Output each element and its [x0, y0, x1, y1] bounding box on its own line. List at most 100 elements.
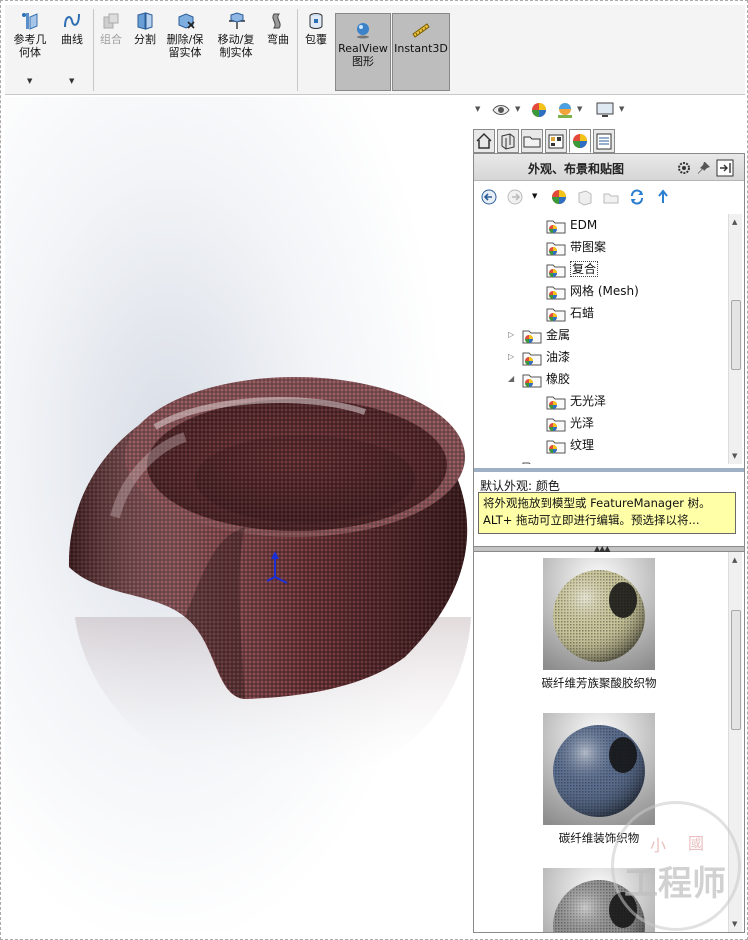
split-icon: [137, 12, 153, 30]
chevron-down-icon[interactable]: ▼: [515, 105, 520, 113]
delete-body-icon: [178, 13, 195, 29]
tree-scrollbar-thumb[interactable]: [731, 300, 741, 370]
appearance-folder-icon: [522, 330, 542, 343]
tree-item[interactable]: 网格 (Mesh): [546, 280, 639, 302]
tree-collapsed-arrow[interactable]: ▷: [508, 324, 514, 346]
tree-item[interactable]: 无光泽: [546, 390, 606, 412]
tree-item-label: 橡胶: [546, 372, 571, 386]
scroll-down-arrow[interactable]: ▼: [732, 920, 737, 928]
wrap-icon: [309, 13, 323, 29]
realview-icon: [357, 23, 369, 39]
combine-icon: [103, 13, 119, 29]
delete-keep-body-label: 删除/保留实体: [166, 33, 204, 59]
chevron-down-icon[interactable]: ▼: [27, 77, 32, 85]
tab-appearances[interactable]: [569, 129, 591, 153]
delete-keep-body-button[interactable]: 删除/保留实体: [163, 11, 209, 59]
appearance-folder-icon: [546, 286, 566, 299]
tab-design-library[interactable]: [497, 129, 519, 153]
refresh-icon[interactable]: [628, 188, 646, 206]
appearance-folder-icon: [546, 440, 566, 453]
tree-item[interactable]: 橡胶: [522, 368, 570, 390]
curves-button[interactable]: 曲线: [55, 11, 89, 46]
tab-file-explorer[interactable]: [521, 129, 543, 153]
tab-custom-properties[interactable]: [593, 129, 615, 153]
ref-geometry-icon: [22, 13, 38, 30]
scroll-up-arrow[interactable]: ▲: [732, 218, 737, 226]
pin-icon[interactable]: [696, 160, 712, 176]
collapse-pane-icon[interactable]: [716, 159, 734, 177]
hide-show-eye-icon[interactable]: [491, 100, 511, 120]
watermark-text: 工程师: [624, 864, 726, 904]
chevron-down-icon[interactable]: ▼: [69, 77, 74, 85]
tree-item[interactable]: 金属: [522, 324, 570, 346]
flex-label: 弯曲: [267, 33, 289, 46]
appearance-folder-icon: [522, 352, 542, 365]
appearance-folder-icon: [546, 264, 566, 277]
graphics-area[interactable]: [5, 97, 471, 933]
tree-item[interactable]: 光泽: [546, 412, 594, 434]
tree-item[interactable]: 石蜡: [546, 302, 594, 324]
tree-item-label: 油漆: [546, 350, 571, 364]
apply-scene-icon[interactable]: [555, 100, 575, 120]
appearance-folder-icon: [546, 220, 566, 233]
instant3d-icon: [412, 23, 430, 38]
tooltip-text: 将外观拖放到模型或 FeatureManager 树。ALT+ 拖动可立即进行编…: [483, 496, 711, 527]
tree-item-label: 无光泽: [570, 394, 607, 408]
add-to-library-icon[interactable]: [576, 188, 594, 206]
tab-home[interactable]: [473, 129, 495, 153]
command-manager-ribbon: 参考几何体 ▼ 曲线 ▼ 组合 分割 删除/保留实体 移动/复制实体 弯曲 包覆…: [5, 5, 745, 95]
move-copy-body-button[interactable]: 移动/复制实体: [213, 11, 261, 59]
appearance-ball-icon[interactable]: [550, 188, 568, 206]
tree-scrollbar[interactable]: ▲ ▼: [728, 214, 742, 464]
tree-item[interactable]: 纹理: [546, 434, 594, 456]
chevron-down-icon[interactable]: ▼: [577, 105, 582, 113]
tree-item[interactable]: 油漆: [522, 346, 570, 368]
watermark-logo: 小 國 工程师: [611, 801, 741, 931]
swatch-caption: 碳纤维芳族聚酸胶织物: [541, 676, 657, 690]
tree-item[interactable]: 带图案: [546, 236, 606, 258]
design-library-tab-icon: [501, 133, 515, 150]
edit-appearance-icon[interactable]: [529, 100, 549, 120]
combine-button[interactable]: 组合: [95, 11, 127, 46]
watermark-char: 小: [650, 836, 667, 855]
ribbon-separator: [93, 9, 94, 91]
chevron-down-icon[interactable]: ▼: [619, 105, 624, 113]
help-tooltip: 将外观拖放到模型或 FeatureManager 树。ALT+ 拖动可立即进行编…: [478, 492, 736, 534]
material-sphere-thumbnail: [543, 713, 655, 825]
realview-label: RealView图形: [338, 42, 388, 68]
palette-scrollbar-thumb[interactable]: [731, 610, 741, 730]
tree-collapsed-arrow[interactable]: ▷: [508, 346, 514, 368]
realview-button[interactable]: RealView图形: [335, 13, 391, 91]
tree-item-partial[interactable]: [522, 456, 546, 464]
pane-title: 外观、布景和贴图: [528, 162, 625, 176]
wrap-button[interactable]: 包覆: [301, 11, 331, 46]
view-palette-tab-icon: [548, 134, 564, 149]
scroll-down-arrow[interactable]: ▼: [732, 452, 737, 460]
appearance-folder-icon: [546, 418, 566, 431]
ref-geometry-button[interactable]: 参考几何体: [9, 11, 51, 59]
tree-expanded-arrow[interactable]: ◢: [508, 368, 514, 390]
instant3d-button[interactable]: Instant3D: [392, 13, 450, 91]
appearances-tab-icon: [573, 134, 587, 148]
chevron-down-icon[interactable]: ▼: [532, 192, 537, 200]
scroll-up-arrow[interactable]: ▲: [732, 556, 737, 564]
appearance-swatch[interactable]: 碳纤维芳族聚酸胶织物: [474, 558, 724, 691]
view-settings-icon[interactable]: [595, 100, 615, 120]
home-tab-icon: [476, 132, 492, 149]
tab-view-palette[interactable]: [545, 129, 567, 153]
gear-icon[interactable]: [676, 160, 692, 176]
split-button[interactable]: 分割: [129, 11, 161, 46]
add-folder-icon[interactable]: [602, 188, 620, 206]
wrap-label: 包覆: [305, 33, 327, 46]
pane-header: 外观、布景和贴图: [474, 154, 744, 181]
back-arrow-icon[interactable]: [480, 188, 498, 206]
curves-icon: [64, 13, 80, 28]
chevron-down-icon[interactable]: ▼: [475, 105, 480, 113]
forward-arrow-icon[interactable]: [506, 188, 524, 206]
tree-item[interactable]: 复合: [546, 258, 599, 280]
flex-button[interactable]: 弯曲: [263, 11, 293, 46]
up-arrow-icon[interactable]: [654, 188, 672, 206]
combine-label: 组合: [100, 33, 122, 46]
tree-item[interactable]: EDM: [546, 214, 597, 236]
appearance-folder-icon: [546, 396, 566, 409]
